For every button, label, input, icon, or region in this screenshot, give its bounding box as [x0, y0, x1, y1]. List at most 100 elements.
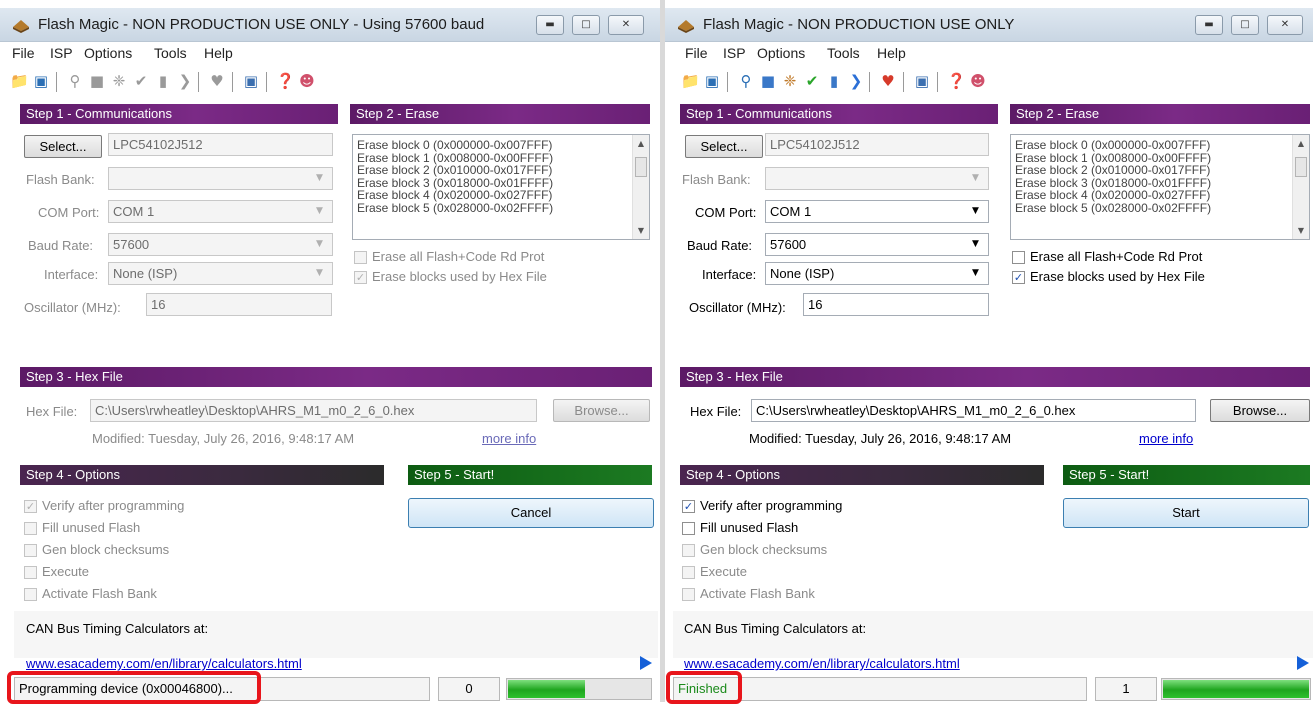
fill-unused-checkbox[interactable] — [24, 522, 37, 535]
go-icon: ❯ — [178, 72, 192, 90]
menu-isp[interactable]: ISP — [723, 45, 746, 61]
flash-bank-select[interactable]: ▼ — [765, 167, 989, 190]
verify-icon[interactable]: ✔ — [803, 72, 821, 90]
step5-header: Step 5 - Start! — [1063, 465, 1310, 485]
browse-button[interactable]: Browse... — [553, 399, 650, 422]
list-item[interactable]: Erase block 5 (0x028000-0x02FFFF) — [353, 201, 649, 215]
menu-file[interactable]: File — [12, 45, 35, 61]
help-icon[interactable]: ❓ — [276, 72, 295, 90]
play-icon[interactable] — [640, 656, 652, 670]
security-icon[interactable]: ♥ — [879, 72, 897, 90]
people-icon[interactable]: ☻ — [298, 72, 316, 90]
execute-checkbox[interactable] — [682, 566, 695, 579]
flash-magic-app-icon — [678, 20, 694, 33]
minimize-button[interactable]: ▬ — [536, 15, 564, 35]
security-icon: ♥ — [210, 72, 224, 90]
erase-used-checkbox[interactable]: ✓ — [1012, 271, 1025, 284]
erase-icon[interactable]: ❈ — [781, 72, 799, 90]
erase-used-checkbox[interactable]: ✓ — [354, 271, 367, 284]
play-icon[interactable] — [1297, 656, 1309, 670]
blank-check-icon[interactable]: ■ — [759, 72, 777, 90]
list-scrollbar[interactable]: ▲ ▼ — [632, 135, 649, 239]
menu-tools[interactable]: Tools — [154, 45, 187, 61]
can-bus-text: CAN Bus Timing Calculators at: — [26, 621, 209, 636]
list-item[interactable]: Erase block 5 (0x028000-0x02FFFF) — [1011, 201, 1309, 215]
erase-block-list[interactable]: Erase block 0 (0x000000-0x007FFF) Erase … — [1010, 134, 1310, 240]
list-item[interactable]: Erase block 2 (0x010000-0x017FFF) — [1011, 164, 1309, 177]
list-item[interactable]: Erase block 0 (0x000000-0x007FFF) — [353, 139, 649, 152]
blank-check-icon: ■ — [89, 72, 105, 90]
scroll-up-icon: ▲ — [637, 139, 645, 148]
minimize-button[interactable]: ▬ — [1195, 15, 1223, 35]
open-folder-icon[interactable]: 📁 — [681, 72, 700, 90]
open-folder-icon[interactable]: 📁 — [10, 72, 29, 90]
close-button[interactable]: ✕ — [1267, 15, 1303, 35]
menu-file[interactable]: File — [685, 45, 708, 61]
activate-flash-bank-checkbox[interactable] — [682, 588, 695, 601]
menu-isp[interactable]: ISP — [50, 45, 73, 61]
option-label: Gen block checksums — [700, 542, 828, 557]
menu-options[interactable]: Options — [84, 45, 132, 61]
save-icon[interactable]: ▣ — [703, 72, 721, 90]
cancel-button[interactable]: Cancel — [408, 498, 654, 528]
list-item[interactable]: Erase block 4 (0x020000-0x027FFF) — [353, 189, 649, 202]
list-item[interactable]: Erase block 4 (0x020000-0x027FFF) — [1011, 189, 1309, 202]
browse-button[interactable]: Browse... — [1210, 399, 1310, 422]
help-icon[interactable]: ❓ — [947, 72, 966, 90]
list-item[interactable]: Erase block 0 (0x000000-0x007FFF) — [1011, 139, 1309, 152]
zoom-icon[interactable]: ▣ — [913, 72, 931, 90]
oscillator-field[interactable]: 16 — [803, 293, 989, 316]
flash-bank-label: Flash Bank: — [682, 172, 751, 187]
gen-checksums-checkbox[interactable] — [682, 544, 695, 557]
select-device-button[interactable]: Select... — [24, 135, 102, 158]
baud-rate-select[interactable]: 57600 ▼ — [765, 233, 989, 256]
can-bus-link[interactable]: www.esacademy.com/en/library/calculators… — [26, 656, 302, 671]
interface-select[interactable]: None (ISP) ▼ — [765, 262, 989, 285]
read-icon[interactable]: ▮ — [825, 72, 843, 90]
verify-checkbox[interactable]: ✓ — [682, 500, 695, 513]
option-label: Verify after programming — [700, 498, 843, 513]
baud-rate-select[interactable]: 57600 ▼ — [108, 233, 333, 256]
save-icon[interactable]: ▣ — [32, 72, 50, 90]
maximize-button[interactable]: □ — [572, 15, 600, 35]
people-icon[interactable]: ☻ — [969, 72, 987, 90]
list-item[interactable]: Erase block 2 (0x010000-0x017FFF) — [353, 164, 649, 177]
flash-bank-select[interactable]: ▼ — [108, 167, 333, 190]
verify-checkbox[interactable]: ✓ — [24, 500, 37, 513]
hex-file-label: Hex File: — [690, 404, 742, 419]
com-port-select[interactable]: COM 1 ▼ — [765, 200, 989, 223]
maximize-button[interactable]: □ — [1231, 15, 1259, 35]
menu-options[interactable]: Options — [757, 45, 805, 61]
select-device-button[interactable]: Select... — [685, 135, 763, 158]
can-bus-link[interactable]: www.esacademy.com/en/library/calculators… — [684, 656, 960, 671]
start-button[interactable]: Start — [1063, 498, 1309, 528]
close-button[interactable]: ✕ — [608, 15, 644, 35]
menu-tools[interactable]: Tools — [827, 45, 860, 61]
erase-block-list[interactable]: Erase block 0 (0x000000-0x007FFF) Erase … — [352, 134, 650, 240]
erase-all-label: Erase all Flash+Code Rd Prot — [1030, 249, 1203, 264]
hex-file-field[interactable]: C:\Users\rwheatley\Desktop\AHRS_M1_m0_2_… — [90, 399, 537, 422]
search-icon: ⚲ — [69, 72, 81, 90]
search-icon[interactable]: ⚲ — [737, 72, 755, 90]
more-info-link[interactable]: more info — [482, 431, 536, 446]
erase-all-checkbox[interactable] — [1012, 251, 1025, 264]
fill-unused-checkbox[interactable] — [682, 522, 695, 535]
hex-file-field[interactable]: C:\Users\rwheatley\Desktop\AHRS_M1_m0_2_… — [751, 399, 1196, 422]
menu-help[interactable]: Help — [877, 45, 906, 61]
menu-help[interactable]: Help — [204, 45, 233, 61]
option-label: Activate Flash Bank — [42, 586, 157, 601]
can-bus-text: CAN Bus Timing Calculators at: — [684, 621, 867, 636]
execute-checkbox[interactable] — [24, 566, 37, 579]
interface-select[interactable]: None (ISP) ▼ — [108, 262, 333, 285]
erase-all-checkbox[interactable] — [354, 251, 367, 264]
oscillator-field[interactable]: 16 — [146, 293, 332, 316]
go-icon[interactable]: ❯ — [847, 72, 865, 90]
gen-checksums-checkbox[interactable] — [24, 544, 37, 557]
com-port-select[interactable]: COM 1 ▼ — [108, 200, 333, 223]
list-scrollbar[interactable]: ▲ ▼ — [1292, 135, 1309, 239]
device-field: LPC54102J512 — [108, 133, 333, 156]
activate-flash-bank-checkbox[interactable] — [24, 588, 37, 601]
more-info-link[interactable]: more info — [1139, 431, 1193, 446]
zoom-icon[interactable]: ▣ — [242, 72, 260, 90]
erase-used-label: Erase blocks used by Hex File — [372, 269, 547, 284]
